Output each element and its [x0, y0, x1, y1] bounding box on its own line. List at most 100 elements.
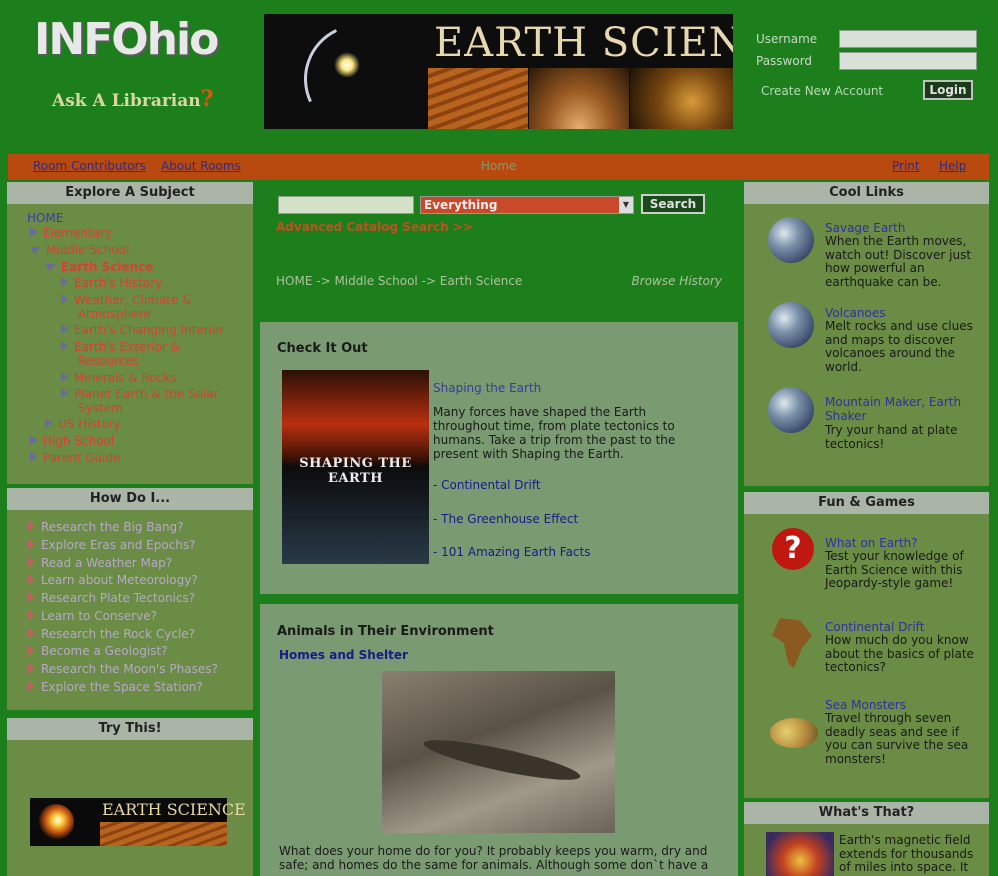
advanced-search-link[interactable]: Advanced Catalog Search >> [276, 220, 473, 234]
tree-planet-earth-solar-cont[interactable]: System [78, 402, 123, 415]
topic-label: Earth's History [74, 276, 163, 290]
tree-planet-earth-solar[interactable]: Planet Earth & the Solar [61, 388, 219, 401]
expand-arrow-icon [61, 294, 68, 304]
arrow-icon [28, 592, 35, 602]
sea-monsters-link[interactable]: Sea Monsters [825, 698, 906, 712]
savage-earth-link[interactable]: Savage Earth [825, 221, 905, 235]
continental-drift-link[interactable]: - Continental Drift [433, 478, 541, 492]
howdo-label: Research the Moon's Phases? [41, 662, 218, 676]
lizard-shape [421, 732, 583, 788]
tree-weather-climate-cont[interactable]: Atmosphere [78, 308, 151, 321]
homes-shelter-link[interactable]: Homes and Shelter [279, 648, 408, 662]
howdo-label: Explore Eras and Epochs? [41, 538, 196, 552]
howdo-item[interactable]: Research the Rock Cycle? [28, 627, 195, 641]
password-field[interactable] [839, 52, 977, 70]
create-account-link[interactable]: Create New Account [761, 84, 883, 98]
continental-drift-game-link[interactable]: Continental Drift [825, 620, 924, 634]
print-link[interactable]: Print [892, 159, 920, 173]
expand-arrow-icon [61, 277, 68, 287]
howdo-item[interactable]: Research Plate Tectonics? [28, 591, 195, 605]
expand-arrow-icon [30, 227, 37, 237]
howdo-label: Learn about Meteorology? [41, 573, 198, 587]
question-mark-icon: ? [200, 86, 214, 112]
globe-icon[interactable] [768, 302, 814, 348]
tree-middle-school-label: Middle School [46, 243, 130, 257]
tree-minerals-rocks[interactable]: Minerals & Rocks [61, 372, 176, 385]
help-link[interactable]: Help [939, 159, 966, 173]
whats-that-text: Earth's magnetic field extends for thous… [839, 833, 974, 874]
globe-icon[interactable] [768, 387, 814, 433]
howdo-item[interactable]: Learn about Meteorology? [28, 573, 198, 587]
tree-earth-science[interactable]: Earth Science [45, 261, 153, 274]
check-it-out-description: Many forces have shaped the Earth throug… [433, 405, 676, 461]
fun-games-heading: Fun & Games [744, 492, 989, 514]
sand-hourglass-image [529, 68, 629, 129]
username-field[interactable] [839, 30, 977, 48]
tree-exterior-resources[interactable]: Earth's Exterior & [61, 341, 180, 354]
howdo-item[interactable]: Research the Moon's Phases? [28, 662, 218, 676]
breadcrumb-home[interactable]: HOME [276, 274, 312, 288]
ask-a-librarian-link[interactable]: Ask A Librarian? [52, 86, 232, 112]
tree-home-link[interactable]: HOME [27, 212, 63, 225]
chevron-down-icon: ▼ [619, 197, 633, 213]
shaping-the-earth-link[interactable]: Shaping the Earth [433, 381, 541, 395]
question-mark-icon[interactable]: ? [772, 528, 814, 570]
howdo-label: Become a Geologist? [41, 644, 168, 658]
mountain-maker-link[interactable]: Mountain Maker, Earth Shaker [825, 395, 980, 423]
search-scope-value: Everything [424, 198, 498, 212]
africa-map-icon[interactable] [772, 618, 812, 668]
howdo-item[interactable]: Learn to Conserve? [28, 609, 157, 623]
topic-label: Earth's Exterior & [74, 340, 181, 354]
tree-us-history[interactable]: US History [45, 418, 121, 431]
tree-elementary[interactable]: Elementary [30, 227, 112, 240]
greenhouse-effect-link[interactable]: - The Greenhouse Effect [433, 512, 578, 526]
sea-monster-icon[interactable] [770, 718, 818, 748]
tree-earths-history[interactable]: Earth's History [61, 277, 162, 290]
search-input[interactable] [278, 196, 414, 214]
howdo-item[interactable]: Become a Geologist? [28, 644, 168, 658]
earth-facts-link[interactable]: - 101 Amazing Earth Facts [433, 545, 591, 559]
shaping-the-earth-cover[interactable]: SHAPING THE EARTH [282, 370, 429, 564]
howdo-label: Read a Weather Map? [41, 556, 173, 570]
tree-earth-science-label: Earth Science [61, 260, 154, 274]
infohio-logo[interactable]: INFOhio [34, 14, 234, 65]
topic-label: System [78, 401, 123, 415]
whats-that-heading: What's That? [744, 802, 989, 824]
magnetic-field-image[interactable] [766, 832, 834, 876]
tree-us-history-label: US History [58, 417, 121, 431]
about-rooms-link[interactable]: About Rooms [161, 159, 241, 173]
login-button[interactable]: Login [923, 80, 973, 100]
howdo-item[interactable]: Explore Eras and Epochs? [28, 538, 196, 552]
tree-exterior-resources-cont[interactable]: Resources [78, 355, 139, 368]
howdo-item[interactable]: Research the Big Bang? [28, 520, 184, 534]
check-it-out-heading: Check It Out [277, 341, 368, 356]
breadcrumb-middle-school[interactable]: Middle School [334, 274, 417, 288]
arrow-icon [28, 521, 35, 531]
how-do-i-panel: How Do I... Research the Big Bang? Explo… [7, 488, 253, 710]
search-button[interactable]: Search [641, 194, 705, 214]
tree-high-school[interactable]: High School [30, 435, 114, 448]
globe-icon[interactable] [768, 217, 814, 263]
tree-weather-climate[interactable]: Weather, Climate & [61, 294, 192, 307]
home-link[interactable]: Home [481, 159, 516, 173]
volcanoes-link[interactable]: Volcanoes [825, 306, 886, 320]
what-on-earth-link[interactable]: What on Earth? [825, 536, 918, 550]
howdo-item[interactable]: Explore the Space Station? [28, 680, 203, 694]
expand-arrow-icon [30, 435, 37, 445]
search-scope-select[interactable]: Everything ▼ [420, 196, 634, 214]
collapse-arrow-icon [45, 264, 55, 271]
arrow-icon [28, 663, 35, 673]
room-contributors-link[interactable]: Room Contributors [33, 159, 146, 173]
tree-middle-school[interactable]: Middle School [30, 244, 129, 257]
whats-that-panel: What's That? Earth's magnetic field exte… [744, 802, 989, 876]
expand-arrow-icon [61, 388, 68, 398]
mountain-maker-desc: Try your hand at plate tectonics! [825, 423, 958, 451]
tree-parent-guide[interactable]: Parent Guide [30, 452, 120, 465]
howdo-item[interactable]: Read a Weather Map? [28, 556, 172, 570]
browse-history-link[interactable]: Browse History [632, 274, 722, 288]
earth-science-promo-image[interactable]: EARTH SCIENCE [30, 798, 246, 846]
eclipse-graphic [38, 804, 74, 840]
tree-changing-interior[interactable]: Earth's Changing Interior [61, 324, 224, 337]
lizard-photo [382, 671, 615, 833]
howdo-label: Research the Rock Cycle? [41, 627, 196, 641]
